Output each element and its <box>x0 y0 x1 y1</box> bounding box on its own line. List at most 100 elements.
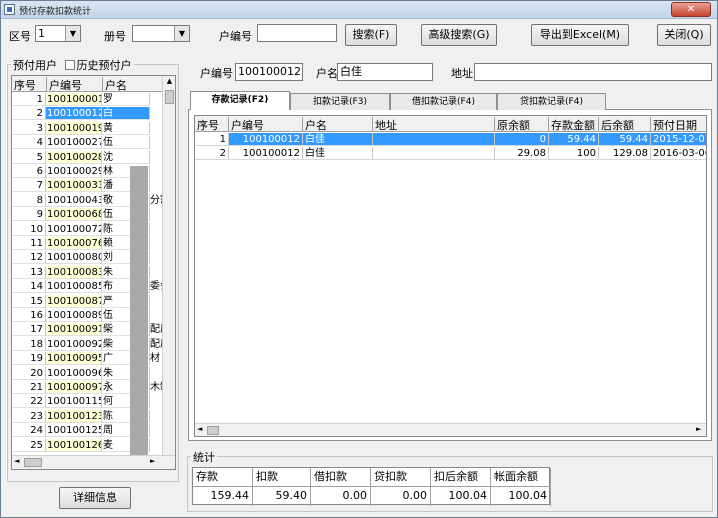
row-seq: 7 <box>12 179 46 193</box>
list-item[interactable]: 3 100100019 黄 <box>12 121 175 135</box>
list-item[interactable]: 6 100100029 林 <box>12 165 175 178</box>
row-seq: 22 <box>12 395 46 409</box>
cell-date: 2015-12-01 <box>651 133 707 146</box>
stats-table: 存款 扣款 借扣款 贷扣款 扣后余额 帐面余额 159.44 59.40 0.0… <box>192 467 551 506</box>
stat-value-deduction: 59.40 <box>253 487 311 506</box>
cell-seq: 2 <box>195 147 229 160</box>
account-input[interactable] <box>257 24 337 42</box>
table-row[interactable]: 1 100100012 白佳 0 59.44 59.44 2015-12-01 <box>195 133 707 146</box>
row-seq: 19 <box>12 352 46 366</box>
list-item[interactable]: 25 100100126 麦 <box>12 438 175 452</box>
list-item[interactable]: 1 100100001 罗 <box>12 93 175 106</box>
hscroll-thumb[interactable] <box>207 426 219 435</box>
list-item[interactable]: 11 100100076 赖 <box>12 237 175 250</box>
list-item[interactable]: 16 100100089 伍 <box>12 309 175 322</box>
info-account-field[interactable]: 100100012 <box>235 63 303 81</box>
cell-name: 白佳 <box>303 133 373 146</box>
col-prepay-date: 预付日期 <box>651 117 706 132</box>
col-deposit-amount: 存款金额 <box>549 117 599 132</box>
list-item[interactable]: 4 100100027 伍 <box>12 136 175 150</box>
scroll-thumb[interactable] <box>165 90 174 104</box>
stat-header-book-balance: 帐面余额 <box>491 468 551 487</box>
row-account: 100100089 <box>46 309 102 322</box>
cell-deposit: 59.44 <box>549 133 599 146</box>
list-item[interactable]: 15 100100087 严 <box>12 294 175 308</box>
user-list-header: 序号 户编号 户名 <box>12 76 175 92</box>
list-item[interactable]: 24 100100125 周 <box>12 424 175 438</box>
list-item[interactable]: 2 100100012 白 <box>12 107 175 121</box>
row-seq: 2 <box>12 107 46 121</box>
records-header: 序号 户编号 户名 地址 原余额 存款金额 后余额 预付日期 <box>195 116 706 132</box>
stat-header-credit-deduction: 贷扣款 <box>371 468 431 487</box>
list-item[interactable]: 20 100100096 朱 <box>12 366 175 380</box>
col-name: 户名 <box>102 77 127 92</box>
row-account: 100100012 <box>46 107 102 121</box>
list-item[interactable]: 8100100043敬分割 <box>12 193 175 207</box>
scroll-right-icon[interactable]: ► <box>696 425 701 433</box>
list-item[interactable]: 10 100100072 陈 <box>12 222 175 236</box>
row-seq: 13 <box>12 265 46 279</box>
list-item[interactable]: 7 100100033 潘 <box>12 179 175 193</box>
list-item[interactable]: 17100100091柴配厂 <box>12 323 175 337</box>
search-button[interactable]: 搜索(F) <box>345 24 397 46</box>
row-account: 100100091 <box>46 323 102 337</box>
row-seq: 6 <box>12 165 46 178</box>
col-after-balance: 后余额 <box>599 117 651 132</box>
row-account: 100100115 <box>46 395 102 409</box>
row-name-extra: 木制 <box>150 382 162 393</box>
user-list-hscroll[interactable]: ◄ ► <box>12 455 175 469</box>
prepaid-users-legend: 预付用户 历史预付户 <box>11 57 134 73</box>
tab-deposit-records[interactable]: 存款记录(F2) <box>190 91 290 110</box>
records-hscroll[interactable]: ◄ ► <box>195 423 706 436</box>
scroll-right-icon[interactable]: ► <box>150 457 155 465</box>
history-checkbox[interactable] <box>64 60 75 70</box>
prepaid-users-label: 预付用户 <box>13 59 57 72</box>
col-original-balance: 原余额 <box>495 117 549 132</box>
tab-credit-deduction-records[interactable]: 贷扣款记录(F4) <box>497 93 606 110</box>
row-account: 100100087 <box>46 294 102 308</box>
info-name-field[interactable]: 白佳 <box>337 63 433 81</box>
area-select[interactable]: 1 ▼ <box>35 25 81 42</box>
row-account: 100100043 <box>46 193 102 207</box>
hscroll-thumb[interactable] <box>24 458 42 467</box>
row-seq: 25 <box>12 438 46 452</box>
scroll-left-icon[interactable]: ◄ <box>197 425 202 433</box>
list-item[interactable]: 9 100100068 伍 <box>12 208 175 222</box>
col-seq: 序号 <box>14 79 36 92</box>
close-button[interactable]: 关闭(Q) <box>657 24 711 46</box>
scroll-left-icon[interactable]: ◄ <box>14 457 19 465</box>
list-item[interactable]: 5 100100028 沈 <box>12 150 175 164</box>
info-address-field[interactable] <box>474 63 712 81</box>
list-item[interactable]: 18100100092柴配厂 <box>12 337 175 351</box>
user-list-vscroll[interactable]: ▲ <box>162 76 175 457</box>
row-account: 100100001 <box>46 93 102 106</box>
row-seq: 5 <box>12 150 46 164</box>
export-excel-button[interactable]: 导出到Excel(M) <box>531 24 629 46</box>
window-close-button[interactable]: ✕ <box>671 2 711 17</box>
cell-date: 2016-03-06 <box>651 148 707 160</box>
row-seq: 17 <box>12 323 46 337</box>
tab-debit-deduction-records[interactable]: 借扣款记录(F4) <box>390 93 497 110</box>
cell-after: 129.08 <box>599 147 651 160</box>
chevron-down-icon[interactable]: ▼ <box>65 26 80 41</box>
table-row[interactable]: 2 100100012 白佳 29.08 100 129.08 2016-03-06 <box>195 147 707 160</box>
chevron-down-icon[interactable]: ▼ <box>174 26 189 41</box>
list-item[interactable]: 12 100100080 刘 <box>12 251 175 265</box>
tab-deduction-records[interactable]: 扣款记录(F3) <box>290 93 390 110</box>
list-item[interactable]: 23 100100123 陈 <box>12 409 175 423</box>
row-account: 100100097 <box>46 381 102 394</box>
list-item[interactable]: 14100100085布委会 <box>12 280 175 294</box>
book-select[interactable]: ▼ <box>132 25 190 42</box>
user-list: 序号 户编号 户名 1 100100001 罗 2 100100012 白 3 1001000… <box>11 75 176 470</box>
list-item[interactable]: 13 100100083 朱 <box>12 265 175 279</box>
list-item[interactable]: 22 100100115 何 <box>12 395 175 409</box>
scroll-up-icon[interactable]: ▲ <box>164 77 175 88</box>
list-item[interactable]: 19 100100095 广材 <box>12 352 175 366</box>
detail-button[interactable]: 详细信息 <box>59 487 131 509</box>
stat-value-deposit: 159.44 <box>193 487 253 506</box>
list-item[interactable]: 21100100097永木制 <box>12 381 175 394</box>
advanced-search-button[interactable]: 高级搜索(G) <box>421 24 497 46</box>
row-account: 100100092 <box>46 337 102 351</box>
col-seq: 序号 <box>195 117 229 132</box>
book-label: 册号 <box>104 30 126 43</box>
